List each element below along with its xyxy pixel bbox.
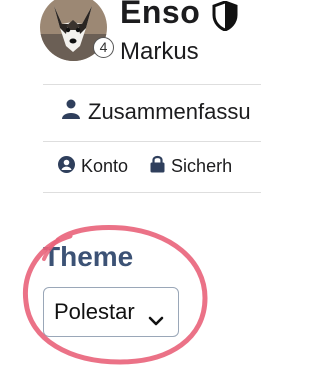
divider (43, 84, 261, 85)
theme-select[interactable]: Polestar (43, 287, 179, 337)
username: Enso (120, 0, 201, 30)
nav-summary-label: Zusammenfassu (88, 99, 251, 124)
user-circle-icon (58, 155, 75, 178)
full-name: Markus (120, 38, 199, 65)
divider (43, 192, 261, 193)
shield-icon (212, 0, 238, 36)
nav-summary[interactable]: Zusammenfassu (62, 99, 251, 125)
theme-label: Theme (43, 241, 134, 272)
notification-badge[interactable]: 4 (93, 37, 114, 58)
chevron-down-icon (148, 307, 164, 333)
tab-sicherheit-label: Sicherh (171, 156, 233, 176)
divider (43, 141, 261, 142)
tabs: Konto Sicherh (58, 155, 254, 178)
user-icon (62, 99, 80, 125)
tab-sicherheit[interactable]: Sicherh (150, 155, 232, 178)
tab-konto-label: Konto (81, 156, 129, 176)
theme-select-value: Polestar (54, 299, 135, 324)
lock-icon (150, 155, 165, 178)
tab-konto[interactable]: Konto (58, 155, 129, 178)
